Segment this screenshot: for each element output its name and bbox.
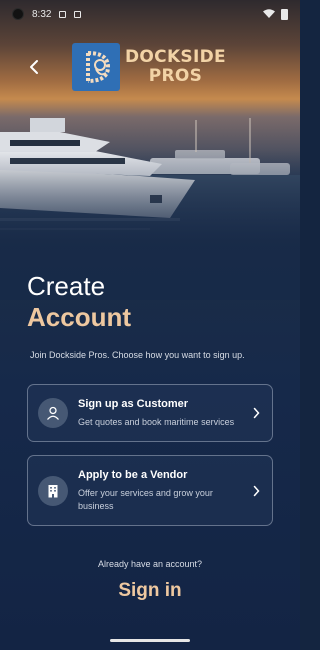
logo-text-line1: DOCKSIDE (125, 47, 226, 67)
logo-text-line2: PROS (148, 66, 203, 86)
vendor-option-description: Offer your services and grow your busine… (78, 487, 213, 511)
dockside-pros-logo: DOCKSIDE PROS (72, 43, 226, 91)
notification-icon (59, 10, 67, 18)
back-button[interactable] (22, 55, 46, 79)
customer-option-title: Sign up as Customer (78, 397, 189, 410)
page-title-line2: Account (27, 302, 131, 332)
wifi-icon (263, 9, 275, 18)
customer-option-description: Get quotes and book maritime services (78, 416, 235, 427)
chevron-right-icon (248, 485, 260, 497)
person-icon (38, 398, 68, 428)
status-time: 8:32 (32, 8, 52, 20)
page-subtitle: Join Dockside Pros. Choose how you want … (30, 350, 245, 360)
home-indicator[interactable] (110, 639, 190, 642)
signup-customer-button[interactable]: Sign up as Customer Get quotes and book … (27, 384, 273, 442)
apply-vendor-button[interactable]: Apply to be a Vendor Offer your services… (27, 455, 273, 526)
battery-icon (281, 8, 288, 20)
existing-account-prompt: Already have an account? (97, 559, 203, 569)
chevron-left-icon (30, 60, 38, 74)
create-account-screen: 8:32 DOCKSIDE PROS Create Account Join D… (0, 0, 300, 650)
rope-anchor-logo-icon (72, 43, 120, 91)
notification-icon (74, 10, 82, 18)
chevron-right-icon (248, 407, 260, 419)
sign-in-link[interactable]: Sign in (0, 580, 300, 602)
status-bar: 8:32 (0, 0, 300, 28)
camera-cutout-icon (12, 8, 24, 20)
vendor-option-title: Apply to be a Vendor (78, 468, 188, 481)
building-icon (38, 475, 68, 506)
page-title-line1: Create (27, 271, 106, 301)
